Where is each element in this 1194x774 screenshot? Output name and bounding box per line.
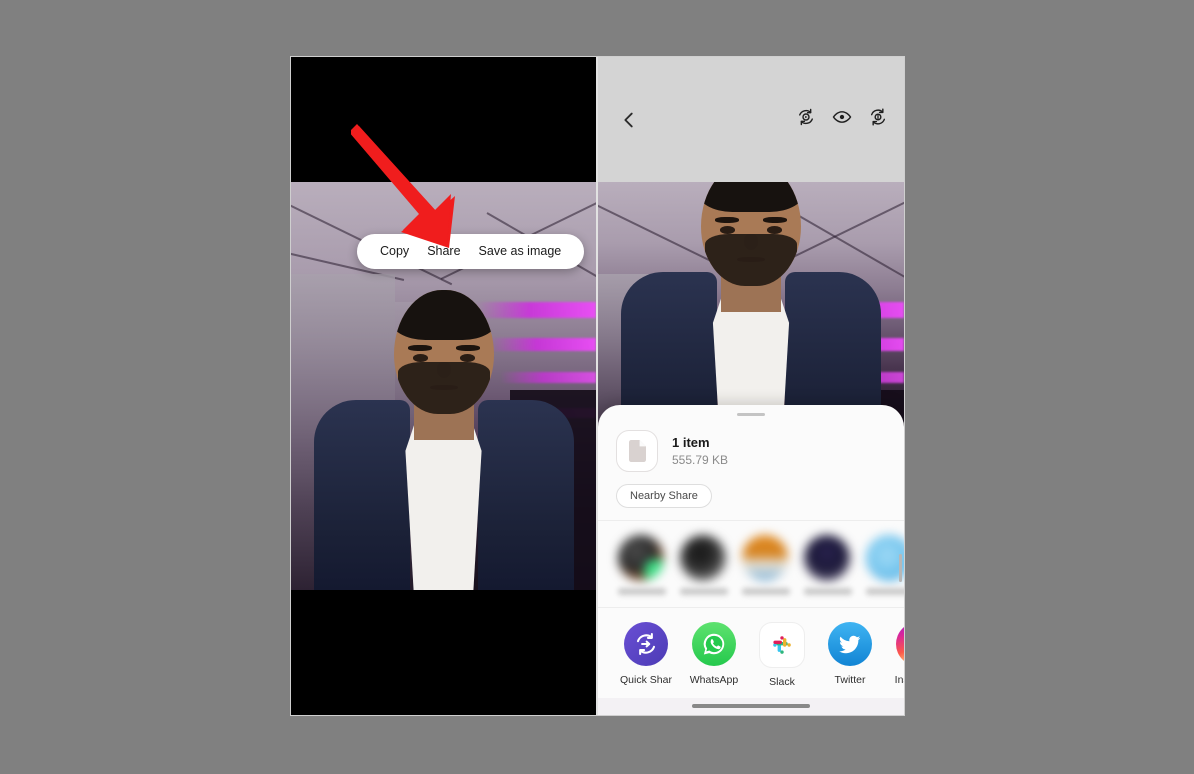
apps-row: Quick Share WhatsApp (598, 608, 904, 698)
app-label: WhatsApp (689, 674, 739, 686)
left-phone-panel: Copy Share Save as image (291, 57, 596, 715)
app-item-twitter[interactable]: Twitter (824, 622, 876, 688)
jacket-left (313, 400, 410, 590)
eye-right (767, 226, 782, 234)
whatsapp-icon (692, 622, 736, 666)
eyebrow-right (763, 216, 787, 223)
context-menu-item-save-as-image[interactable]: Save as image (470, 234, 571, 269)
contact-avatar (680, 535, 726, 581)
eye-left (720, 226, 735, 234)
share-sheet: 1 item 555.79 KB Nearby Share Quick Shar… (598, 405, 904, 715)
jacket-right (477, 400, 574, 590)
eyebrow-left (407, 344, 432, 351)
slack-icon (759, 622, 805, 668)
hair (393, 290, 494, 340)
instagram-icon (896, 622, 904, 666)
gesture-nav-bar[interactable] (692, 704, 810, 708)
contacts-row (598, 521, 904, 607)
contact-name (618, 588, 666, 595)
beard (397, 361, 490, 414)
nearby-share-chip[interactable]: Nearby Share (616, 484, 712, 508)
right-phone-panel: 1 item 555.79 KB Nearby Share Quick Shar… (598, 57, 904, 715)
contact-avatar (804, 535, 850, 581)
app-item-slack[interactable]: Slack (756, 622, 808, 688)
head (393, 290, 494, 414)
eye-right (459, 354, 475, 362)
document-icon (628, 440, 646, 462)
file-title: 1 item (672, 434, 710, 450)
app-item-whatsapp[interactable]: WhatsApp (688, 622, 740, 688)
contact-name (742, 588, 790, 595)
panel-divider (596, 57, 598, 715)
hair (701, 182, 801, 212)
head (701, 182, 801, 286)
eyebrow-left (715, 216, 739, 223)
app-label: Instagram (894, 674, 904, 686)
eyebrow-right (455, 344, 480, 351)
contact-name (680, 588, 728, 595)
file-size: 555.79 KB (672, 452, 729, 467)
toolbar-icons (796, 107, 888, 127)
quick-share-icon (624, 622, 668, 666)
top-letterbox (291, 57, 596, 182)
toolbar (598, 57, 904, 182)
context-menu-item-copy[interactable]: Copy (371, 234, 418, 269)
chip-row: Nearby Share (598, 472, 904, 520)
twitter-icon (828, 622, 872, 666)
contact-name (804, 588, 852, 595)
context-menu-item-share[interactable]: Share (418, 234, 469, 269)
back-chevron-icon[interactable] (618, 109, 640, 131)
contacts-scroll-indicator[interactable] (899, 554, 902, 582)
file-thumbnail (616, 430, 658, 472)
file-meta: 1 item 555.79 KB (672, 435, 728, 468)
app-item-quick-share[interactable]: Quick Share (620, 622, 672, 688)
person-figure (313, 290, 574, 590)
eye-left (412, 354, 428, 362)
shared-file-summary: 1 item 555.79 KB (598, 416, 904, 472)
beard (705, 233, 797, 286)
eye-icon[interactable] (832, 107, 852, 127)
app-label: Quick Share (620, 674, 672, 686)
refresh-circle-icon[interactable] (868, 107, 888, 127)
contact-name (866, 588, 904, 595)
contact-item[interactable] (742, 535, 790, 595)
contact-item[interactable] (680, 535, 728, 595)
contact-item[interactable] (618, 535, 666, 595)
gesture-nav-area (598, 698, 904, 715)
app-label: Slack (769, 676, 795, 688)
context-menu: Copy Share Save as image (357, 234, 585, 269)
contact-avatar (742, 535, 788, 581)
app-label: Twitter (834, 674, 866, 686)
contact-avatar (618, 535, 664, 581)
bottom-letterbox (291, 590, 596, 715)
app-item-instagram[interactable]: Instagram (892, 622, 904, 688)
contact-item[interactable] (804, 535, 852, 595)
rotate-play-icon[interactable] (796, 107, 816, 127)
